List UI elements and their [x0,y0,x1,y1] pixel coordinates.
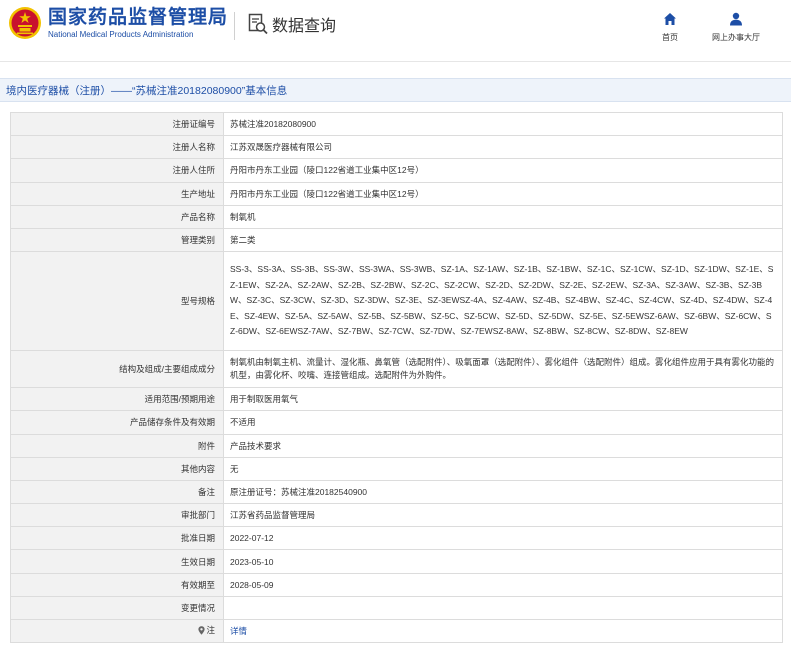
field-value: 不适用 [223,410,783,435]
table-row: 其他内容 无 [10,456,783,481]
nav-online-service-hall[interactable]: 网上办事大厅 [712,12,760,43]
field-label: 生效日期 [10,549,224,574]
field-label: 生产地址 [10,181,224,206]
table-row: 产品储存条件及有效期 不适用 [10,410,783,435]
table-row: 审批部门 江苏省药品监督管理局 [10,503,783,528]
field-value: 苏械注准20182080900 [223,111,783,137]
note-label: 注 [206,625,215,636]
field-value: 制氧机由制氧主机、流量计、湿化瓶、鼻氧管（选配附件）、吸氧面罩（选配附件）、雾化… [223,350,783,389]
table-row: 注册人名称 江苏双晟医疗器械有限公司 [10,135,783,160]
field-label: 变更情况 [10,595,224,621]
page-title: 境内医疗器械（注册）——“苏械注准20182080900”基本信息 [6,84,288,97]
table-row: 注册证编号 苏械注准20182080900 [10,111,783,137]
field-value: 2028-05-09 [223,572,783,597]
field-label: 有效期至 [10,572,224,597]
field-label: 注册证编号 [10,111,224,137]
field-label: 管理类别 [10,227,224,253]
site-logo[interactable]: 国家药品监督管理局 National Medical Products Admi… [8,6,228,40]
field-value: SS-3、SS-3A、SS-3B、SS-3W、SS-3WA、SS-3WB、SZ-… [223,251,783,352]
logo-title-en: National Medical Products Administration [48,29,194,39]
nav-online-service-hall-label: 网上办事大厅 [712,33,760,42]
field-label: 结构及组成/主要组成成分 [10,350,224,389]
table-row: 结构及组成/主要组成成分 制氧机由制氧主机、流量计、湿化瓶、鼻氧管（选配附件）、… [10,350,783,389]
field-label: 注 [10,618,224,644]
data-query-link[interactable]: 数据查询 [248,12,336,36]
data-query-label: 数据查询 [272,18,337,35]
header-divider [234,12,235,40]
table-row: 适用范围/预期用途 用于制取医用氧气 [10,387,783,412]
table-row: 注 详情 [10,618,783,644]
nav-home-label: 首页 [662,33,678,42]
field-label: 产品储存条件及有效期 [10,410,224,435]
table-row: 批准日期 2022-07-12 [10,526,783,551]
national-emblem-icon [9,7,41,39]
home-icon [664,13,676,25]
details-link[interactable]: 详情 [230,626,247,636]
nav-home[interactable]: 首页 [662,12,678,43]
site-header: 国家药品监督管理局 National Medical Products Admi… [0,0,791,62]
table-row: 附件 产品技术要求 [10,433,783,458]
field-label: 型号规格 [10,251,224,352]
table-row: 备注 原注册证号：苏械注准20182540900 [10,479,783,505]
detail-table-wrapper: 注册证编号 苏械注准20182080900 注册人名称 江苏双晟医疗器械有限公司… [10,111,783,644]
field-value [223,595,783,621]
table-row: 产品名称 制氧机 [10,204,783,229]
field-value: 丹阳市丹东工业园（陵口122省道工业集中区12号） [223,181,783,206]
field-label: 批准日期 [10,526,224,551]
field-value: 无 [223,456,783,481]
map-pin-icon [198,626,206,635]
detail-table: 注册证编号 苏械注准20182080900 注册人名称 江苏双晟医疗器械有限公司… [10,111,783,644]
field-label: 附件 [10,433,224,458]
field-value: 丹阳市丹东工业园（陵口122省道工业集中区12号） [223,158,783,183]
field-label: 适用范围/预期用途 [10,387,224,412]
document-search-icon [248,13,268,35]
field-value: 详情 [223,618,783,644]
table-row: 有效期至 2028-05-09 [10,572,783,597]
field-label: 注册人住所 [10,158,224,183]
field-value: 第二类 [223,227,783,253]
table-row: 管理类别 第二类 [10,227,783,253]
field-value: 原注册证号：苏械注准20182540900 [223,479,783,505]
field-value: 2023-05-10 [223,549,783,574]
field-value: 2022-07-12 [223,526,783,551]
field-label: 产品名称 [10,204,224,229]
page-title-bar: 境内医疗器械（注册）——“苏械注准20182080900”基本信息 [0,78,791,102]
logo-title-cn: 国家药品监督管理局 [48,6,229,28]
field-value: 用于制取医用氧气 [223,387,783,412]
table-row: 变更情况 [10,595,783,621]
field-label: 其他内容 [10,456,224,481]
field-value: 制氧机 [223,204,783,229]
field-label: 审批部门 [10,503,224,528]
field-value: 江苏省药品监督管理局 [223,503,783,528]
table-row: 型号规格 SS-3、SS-3A、SS-3B、SS-3W、SS-3WA、SS-3W… [10,251,783,352]
table-row: 注册人住所 丹阳市丹东工业园（陵口122省道工业集中区12号） [10,158,783,183]
field-label: 注册人名称 [10,135,224,160]
field-value: 江苏双晟医疗器械有限公司 [223,135,783,160]
table-row: 生效日期 2023-05-10 [10,549,783,574]
table-row: 生产地址 丹阳市丹东工业园（陵口122省道工业集中区12号） [10,181,783,206]
field-value: 产品技术要求 [223,433,783,458]
field-label: 备注 [10,479,224,505]
user-icon [730,12,742,26]
